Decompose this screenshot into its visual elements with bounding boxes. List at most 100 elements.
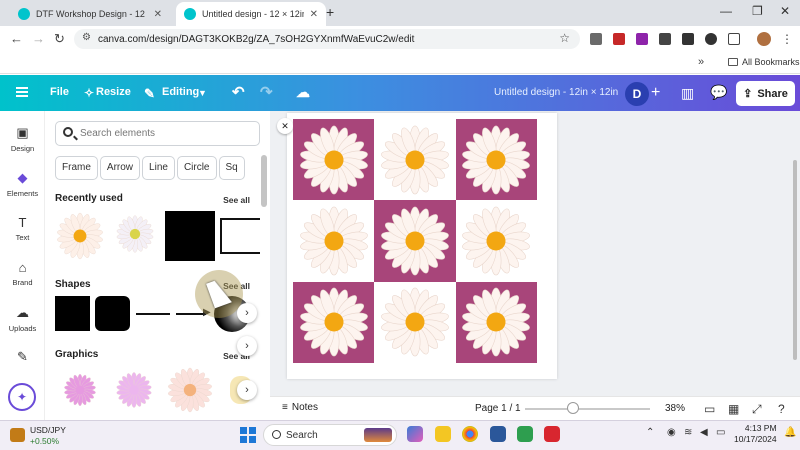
copilot-icon[interactable]: [407, 426, 423, 442]
bookmarks-overflow-icon[interactable]: »: [698, 56, 704, 68]
extension-icon[interactable]: [682, 33, 694, 45]
all-bookmarks-button[interactable]: All Bookmarks: [728, 57, 800, 67]
pattern-tile-plum[interactable]: [455, 281, 537, 363]
pattern-tile-white[interactable]: [374, 119, 455, 200]
grid-view-icon[interactable]: ▦: [728, 402, 739, 416]
see-all-recent[interactable]: See all: [223, 195, 250, 205]
minimize-icon[interactable]: —: [720, 4, 732, 18]
rail-item-brand[interactable]: ⌂ Brand: [0, 260, 45, 287]
shape-rounded-square[interactable]: [95, 296, 130, 331]
close-window-icon[interactable]: ✕: [780, 4, 790, 18]
shape-square[interactable]: [55, 296, 90, 331]
user-avatar[interactable]: D: [625, 82, 649, 106]
site-info-icon[interactable]: ⚙: [82, 32, 91, 43]
maximize-icon[interactable]: ❐: [752, 4, 763, 18]
wifi-icon[interactable]: ≋: [684, 427, 692, 438]
search-elements-input[interactable]: Search elements: [55, 121, 260, 146]
insights-chart-icon[interactable]: ▥: [681, 85, 694, 102]
shape-arrow-line[interactable]: [176, 313, 206, 315]
browser-menu-icon[interactable]: ⋮: [781, 32, 793, 46]
editing-mode-button[interactable]: Editing: [162, 86, 199, 98]
tab-untitled-design[interactable]: Untitled design - 12 × 12in - Ca ✕: [176, 2, 326, 26]
camtasia-red-icon[interactable]: [544, 426, 560, 442]
add-collaborator-icon[interactable]: +: [651, 84, 660, 102]
daisy-checker-pattern[interactable]: [293, 119, 537, 363]
page-view-icon[interactable]: ▭: [704, 402, 715, 416]
pdf-extension-icon[interactable]: [613, 33, 625, 45]
graphic-pink-flower[interactable]: [62, 372, 98, 408]
zoom-slider-knob[interactable]: [566, 402, 579, 414]
document-title[interactable]: Untitled design - 12in × 12in: [494, 87, 618, 98]
chip-arrow[interactable]: Arrow: [99, 156, 141, 180]
canvas-scrollbar[interactable]: [793, 160, 797, 360]
forward-icon[interactable]: →: [32, 31, 45, 46]
rail-item-draw[interactable]: ✎: [0, 349, 45, 368]
stock-widget[interactable]: USD/JPY +0.50%: [10, 425, 66, 447]
recent-small-daisy-graphic[interactable]: [112, 211, 158, 257]
zoom-slider-track[interactable]: [525, 408, 650, 410]
undo-icon[interactable]: ↶: [232, 83, 245, 101]
file-menu[interactable]: File: [50, 86, 69, 98]
help-icon[interactable]: ?: [778, 402, 785, 416]
graphic-peach-flower[interactable]: [166, 366, 214, 414]
comment-icon[interactable]: 💬: [710, 84, 727, 101]
tray-overflow-icon[interactable]: ⌃: [646, 427, 654, 438]
menu-icon[interactable]: [16, 87, 28, 97]
url-bar[interactable]: ⚙ canva.com/design/DAGT3KOKB2g/ZA_7sOH2G…: [74, 29, 580, 49]
reload-icon[interactable]: ↻: [54, 31, 65, 47]
page-indicator[interactable]: Page 1 / 1: [475, 403, 521, 414]
extension-icon[interactable]: [636, 33, 648, 45]
recent-square-outline[interactable]: [220, 218, 260, 254]
recent-daisy-graphic[interactable]: [55, 211, 105, 261]
recent-next-arrow[interactable]: ›: [237, 336, 257, 356]
redo-icon[interactable]: ↷: [260, 83, 273, 101]
tray-app-icon[interactable]: ◉: [667, 427, 676, 438]
taskbar-search[interactable]: Search: [263, 424, 397, 446]
profile-avatar[interactable]: [757, 32, 771, 46]
share-button[interactable]: ⇪ Share: [736, 81, 795, 106]
chip-square[interactable]: Sq: [218, 156, 245, 180]
notifications-icon[interactable]: 🔔: [784, 427, 796, 438]
extension-icon[interactable]: [705, 33, 717, 45]
extensions-puzzle-icon[interactable]: [728, 33, 740, 45]
close-tab-icon[interactable]: ✕: [310, 9, 318, 20]
rail-item-uploads[interactable]: ☁ Uploads: [0, 305, 45, 333]
graphics-next-arrow[interactable]: ›: [237, 380, 257, 400]
pattern-tile-plum[interactable]: [455, 119, 537, 201]
resize-button[interactable]: Resize: [96, 86, 131, 98]
chip-frame[interactable]: Frame: [55, 156, 98, 180]
graphic-lilac-flower[interactable]: [114, 370, 154, 410]
chrome-icon[interactable]: [462, 426, 478, 442]
rail-item-elements[interactable]: ◆ Elements: [0, 170, 45, 198]
file-explorer-icon[interactable]: [435, 426, 451, 442]
chip-line[interactable]: Line: [142, 156, 175, 180]
windows-start-icon[interactable]: [240, 427, 256, 443]
pattern-tile-plum[interactable]: [374, 200, 456, 282]
battery-icon[interactable]: ▭: [716, 427, 725, 438]
zoom-level[interactable]: 38%: [665, 403, 685, 414]
new-tab-button[interactable]: +: [326, 4, 334, 20]
volume-icon[interactable]: ◀: [700, 427, 708, 438]
shape-line[interactable]: [136, 313, 170, 315]
camtasia-green-icon[interactable]: [517, 426, 533, 442]
tab-dtf-workshop[interactable]: DTF Workshop Design - 12 × 12in - Ca ✕: [10, 2, 170, 26]
close-tab-icon[interactable]: ✕: [154, 9, 162, 20]
close-panel-icon[interactable]: ✕: [277, 118, 293, 134]
chevron-down-icon[interactable]: ▼: [198, 88, 207, 98]
pattern-tile-plum[interactable]: [293, 281, 375, 363]
chip-circle[interactable]: Circle: [176, 156, 217, 180]
bookmark-star-icon[interactable]: ☆: [559, 31, 570, 45]
pattern-tile-white[interactable]: [293, 200, 374, 281]
extension-icon[interactable]: [659, 33, 671, 45]
panel-scrollbar[interactable]: [261, 155, 267, 207]
pattern-tile-plum[interactable]: [293, 119, 375, 201]
pattern-tile-white[interactable]: [374, 282, 455, 363]
fullscreen-icon[interactable]: ⤢: [752, 402, 762, 417]
recent-black-square[interactable]: [165, 211, 215, 261]
system-clock[interactable]: 4:13 PM 10/17/2024: [734, 423, 777, 445]
pattern-tile-white[interactable]: [456, 200, 537, 281]
extension-icon[interactable]: [590, 33, 602, 45]
magic-assistant-button[interactable]: ✦: [8, 383, 36, 411]
rail-item-design[interactable]: ▣ Design: [0, 125, 45, 153]
rail-item-text[interactable]: T Text: [0, 215, 45, 242]
